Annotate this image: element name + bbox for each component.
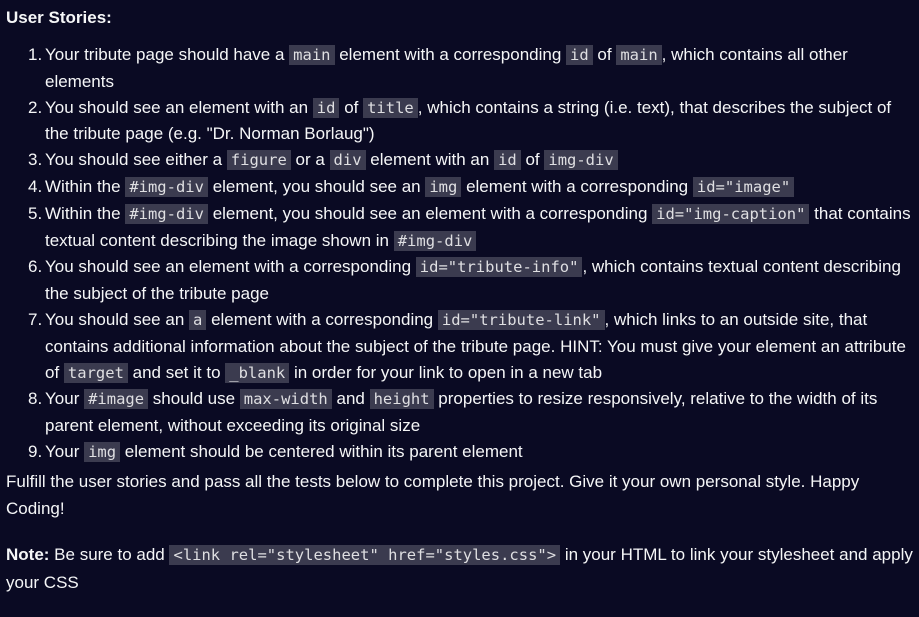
story-text: of	[339, 97, 364, 117]
inline-code: img	[425, 176, 462, 197]
inline-code: _blank	[225, 362, 290, 383]
inline-code: id="img-caption"	[652, 203, 810, 224]
story-text: and	[331, 389, 370, 409]
instructions-panel: User Stories: 1. Your tribute page should…	[0, 0, 919, 617]
story-text: element with an	[365, 150, 495, 170]
user-stories-list: 1. Your tribute page should have a main e…	[6, 42, 913, 466]
inline-code: id="tribute-link"	[437, 309, 605, 330]
story-text: and set it to	[127, 362, 226, 382]
inline-code: main	[289, 45, 335, 65]
user-story-number: 8.	[28, 389, 43, 409]
user-story-number: 2.	[28, 97, 43, 117]
story-text: of	[520, 150, 545, 170]
user-story-item: 5. Within the #img-div element, you shoul…	[28, 201, 913, 255]
story-text: of	[592, 45, 617, 64]
inline-code: a	[189, 309, 207, 330]
user-story-number: 5.	[28, 203, 43, 223]
intro-paragraph: Fulfill the user stories and pass all th…	[6, 471, 860, 518]
inline-code: main	[616, 45, 662, 65]
user-story-item: 1. Your tribute page should have a main e…	[28, 42, 913, 95]
inline-code: #image	[84, 389, 149, 410]
story-text: element with a corresponding	[461, 176, 693, 196]
inline-code: target	[63, 362, 128, 383]
inline-code: #img-div	[393, 230, 477, 251]
inline-code: height	[369, 389, 434, 410]
inline-code: img	[84, 441, 121, 462]
story-text: You should see an	[45, 309, 189, 329]
inline-code: id	[566, 45, 593, 65]
user-story-item: 8. Your #image should use max-width and h…	[28, 386, 913, 439]
user-story-number: 4.	[28, 176, 43, 196]
inline-code: #img-div	[125, 176, 208, 197]
story-text: Your	[45, 389, 85, 409]
user-story-item: 4. Within the #img-div element, you shoul…	[28, 174, 913, 201]
user-story-item: 6. You should see an element with a corre…	[28, 254, 913, 307]
story-text: Within the	[45, 203, 126, 223]
user-story-item: 9. Your img element should be centered wi…	[28, 439, 913, 466]
story-text: You should see either a	[45, 150, 227, 170]
inline-code: id="tribute-info"	[415, 257, 583, 278]
inline-code: id="image"	[692, 176, 795, 197]
user-story-item: 2. You should see an element with an id o…	[28, 95, 913, 148]
note-label: Note:	[6, 544, 50, 564]
note-paragraph: Note: Be sure to add <link rel="styleshe…	[6, 541, 913, 596]
story-text: Within the	[45, 176, 126, 196]
story-text: element with a corresponding	[206, 309, 438, 329]
inline-code: div	[329, 150, 366, 171]
story-text: in order for your link to open in a new …	[289, 362, 603, 382]
story-text: or a	[290, 150, 330, 170]
user-story-item: 3. You should see either a figure or a di…	[28, 147, 913, 174]
story-text: element, you should see an	[207, 176, 426, 196]
story-text: Your	[45, 441, 85, 461]
user-stories-heading: User Stories:	[6, 8, 112, 27]
user-story-number: 7.	[28, 309, 43, 329]
user-story-number: 1.	[28, 45, 43, 64]
inline-code: id	[494, 150, 521, 171]
story-text: should use	[148, 389, 240, 409]
inline-code: max-width	[239, 389, 332, 410]
user-story-number: 9.	[28, 441, 43, 461]
story-text: Your tribute page should have a	[45, 45, 290, 64]
user-story-item: 7. You should see an a element with a cor…	[28, 307, 913, 386]
inline-code: id	[312, 97, 340, 118]
inline-code: img-div	[544, 150, 618, 171]
user-story-number: 6.	[28, 257, 43, 277]
story-text: element should be centered within its pa…	[120, 441, 523, 461]
story-text: You should see an element with a corresp…	[45, 257, 416, 277]
story-text: element with a corresponding	[334, 45, 567, 64]
inline-code: title	[363, 97, 418, 118]
story-text: You should see an element with an	[45, 97, 313, 117]
user-story-number: 3.	[28, 150, 43, 170]
note-text-before: Be sure to add	[49, 544, 170, 564]
inline-code: #img-div	[125, 203, 208, 224]
story-text: element, you should see an element with …	[207, 203, 653, 223]
note-code: <link rel="stylesheet" href="styles.css"…	[169, 544, 561, 565]
inline-code: figure	[226, 150, 291, 171]
